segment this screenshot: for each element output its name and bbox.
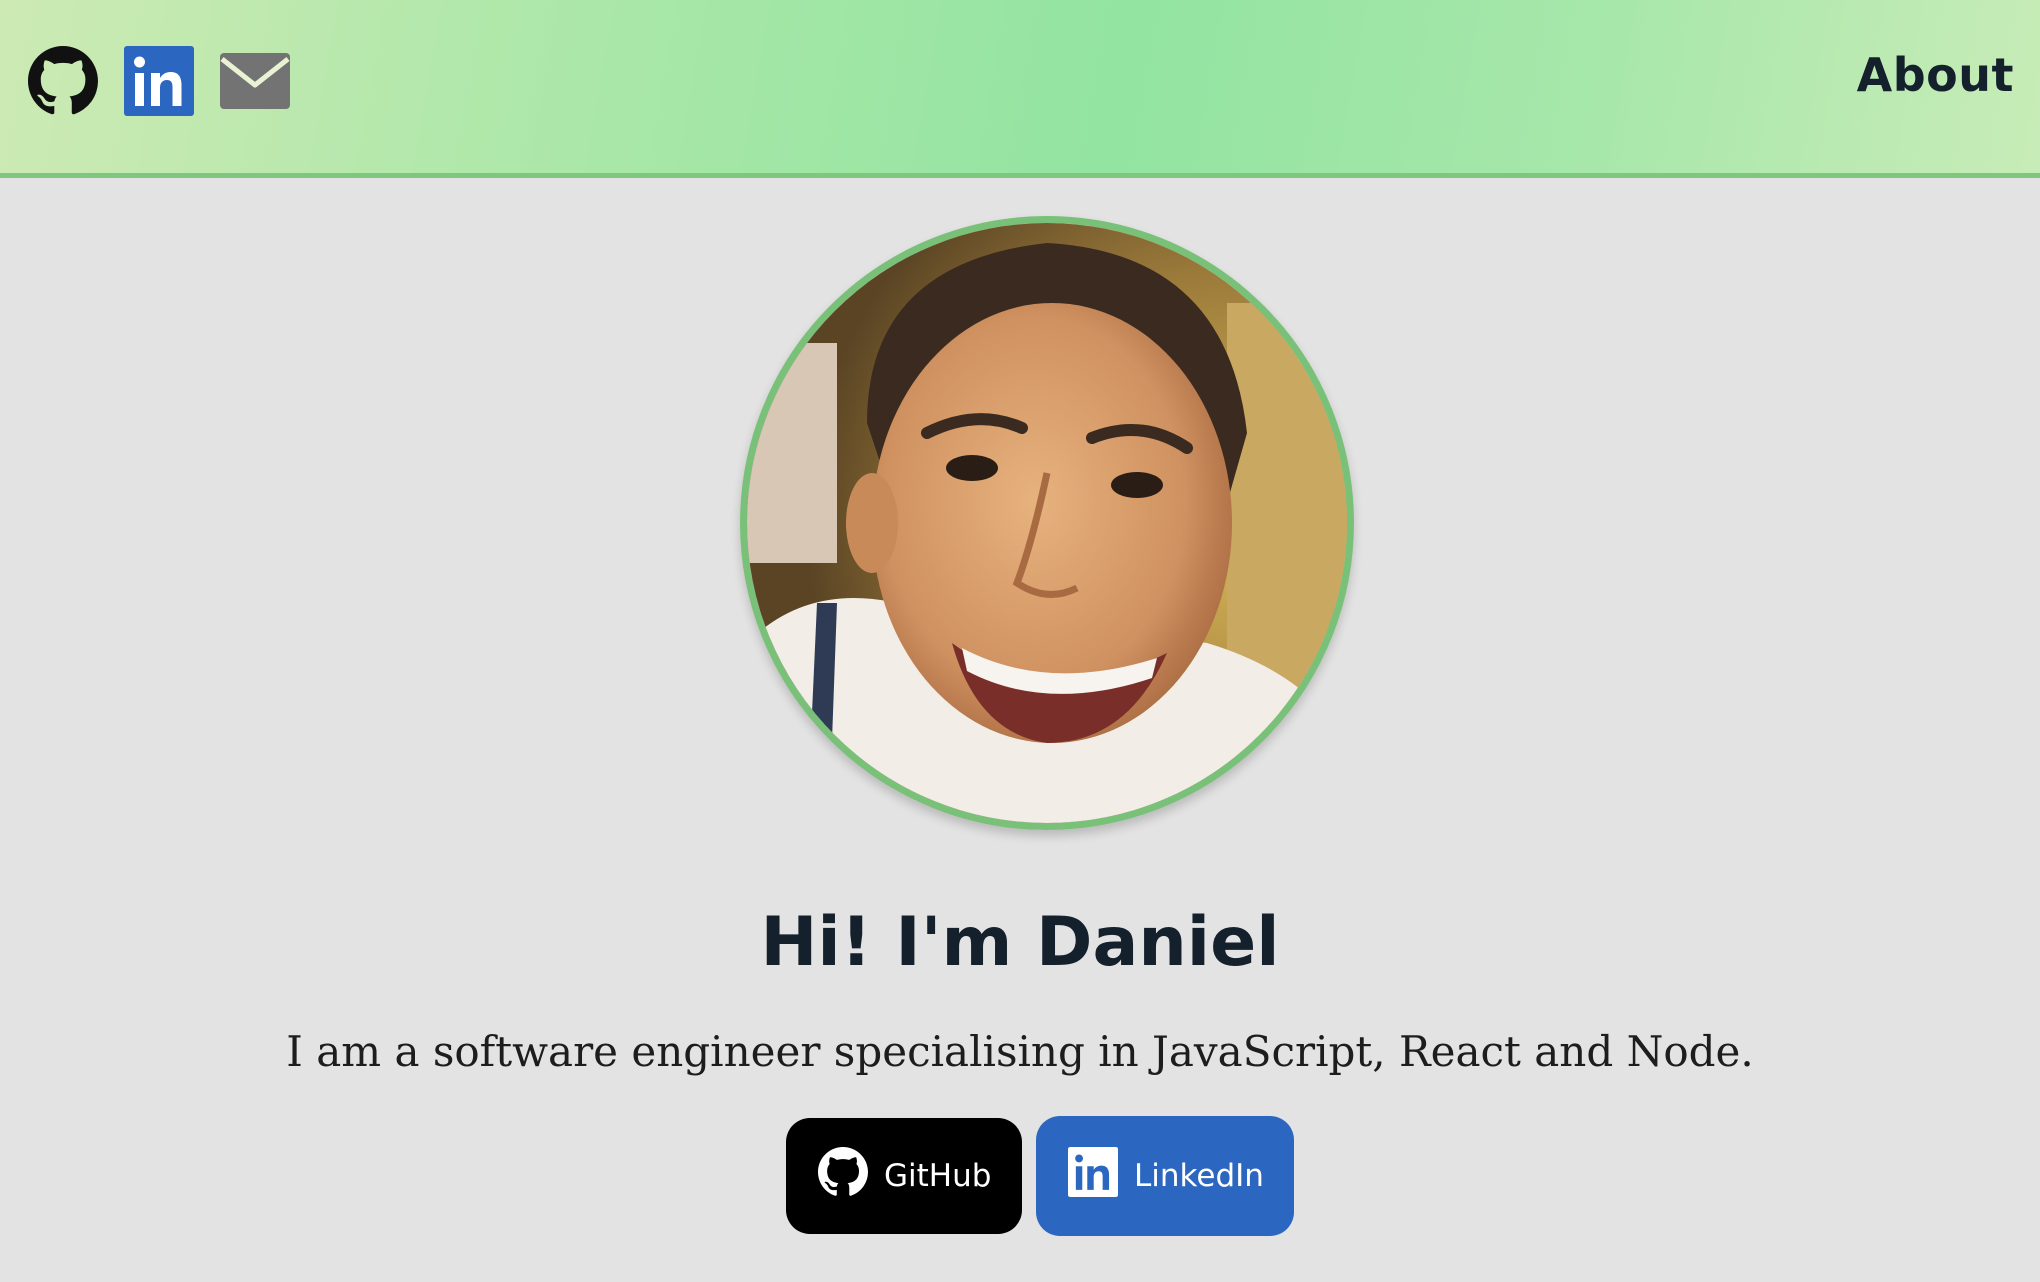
github-button-label: GitHub [884, 1158, 992, 1194]
github-icon[interactable] [28, 46, 98, 116]
site-header: About [0, 0, 2040, 178]
mail-icon[interactable] [220, 53, 290, 109]
linkedin-icon[interactable] [124, 46, 194, 116]
linkedin-button-label: LinkedIn [1134, 1158, 1264, 1194]
linkedin-icon [1068, 1147, 1118, 1205]
social-links [28, 46, 290, 116]
github-icon [818, 1147, 868, 1205]
page-title: Hi! I'm Daniel [760, 903, 1280, 982]
linkedin-button[interactable]: LinkedIn [1036, 1116, 1294, 1236]
profile-photo [747, 223, 1347, 823]
avatar [740, 216, 1354, 830]
nav-about-link[interactable]: About [1857, 48, 2014, 102]
bio-text: I am a software engineer specialising in… [286, 1027, 1754, 1076]
github-button[interactable]: GitHub [786, 1118, 1022, 1234]
